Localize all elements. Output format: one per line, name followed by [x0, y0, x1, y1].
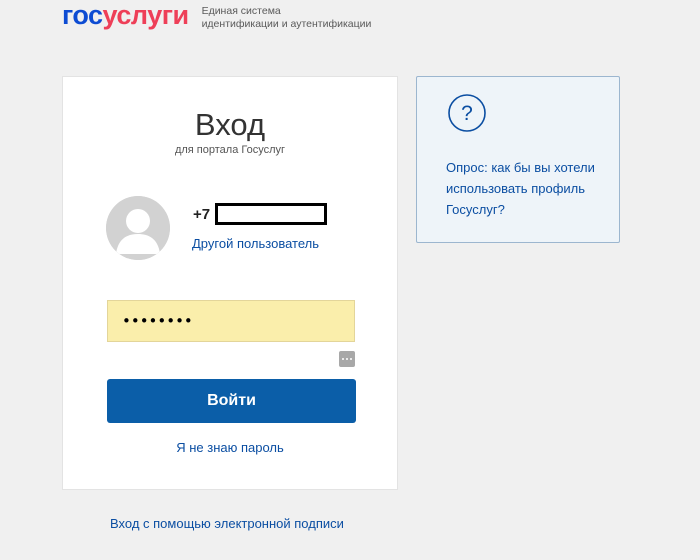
phone-number-redacted: [215, 203, 328, 225]
password-input[interactable]: [107, 300, 355, 342]
login-subtitle: для портала Госуслуг: [174, 144, 286, 156]
gosuslugi-logo[interactable]: госуслуги: [62, 0, 189, 30]
tagline-line-1: Единая система: [201, 5, 281, 17]
esign-login-link[interactable]: Вход с помощью электронной подписи: [110, 516, 344, 531]
other-user-link[interactable]: Другой пользователь: [192, 236, 319, 251]
login-button[interactable]: Войти: [107, 379, 356, 423]
brand-tagline: Единая система идентификации и аутентифи…: [202, 5, 372, 31]
user-avatar-icon: [106, 196, 170, 260]
login-title: Вход: [194, 107, 266, 142]
brand-header: госуслуги Единая система идентификации и…: [62, 0, 371, 34]
svg-text:?: ?: [461, 102, 473, 125]
show-password-icon[interactable]: [339, 351, 355, 367]
logo-part-uslugi: услуги: [102, 0, 190, 30]
survey-card[interactable]: ? Опрос: как бы вы хотели использовать п…: [416, 76, 620, 243]
survey-link[interactable]: Опрос: как бы вы хотели использовать про…: [446, 157, 616, 220]
logo-part-gos: гос: [62, 0, 103, 30]
login-card: Вход для портала Госуслуг +7 Другой поль…: [62, 76, 398, 490]
question-mark-icon: ?: [447, 93, 487, 133]
phone-row: +7: [193, 203, 328, 225]
phone-prefix: +7: [193, 205, 211, 223]
forgot-password-link[interactable]: Я не знаю пароль: [63, 440, 397, 455]
tagline-line-2: идентификации и аутентификации: [201, 18, 372, 30]
